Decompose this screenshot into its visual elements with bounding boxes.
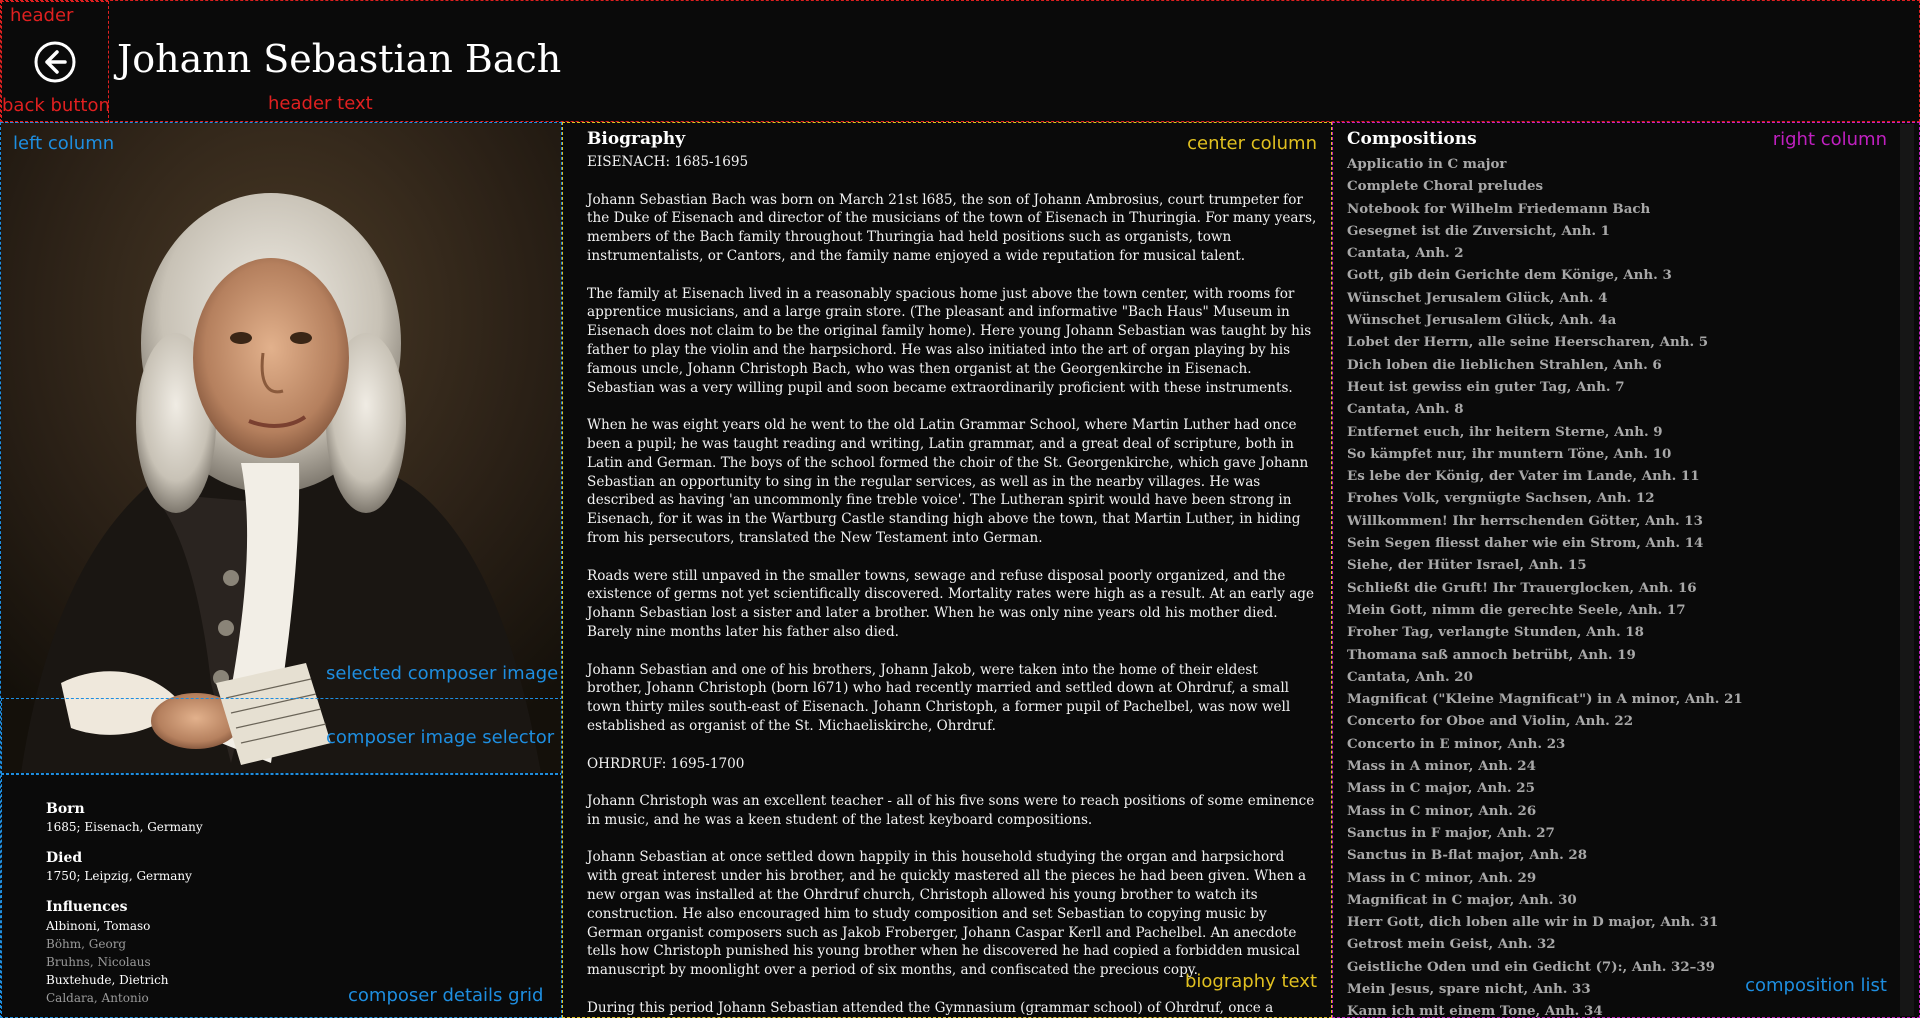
composition-item[interactable]: So kämpfet nur, ihr muntern Töne, Anh. 1… bbox=[1347, 443, 1905, 465]
composition-item[interactable]: Magnificat ("Kleine Magnificat") in A mi… bbox=[1347, 688, 1905, 710]
biography-paragraph: When he was eight years old he went to t… bbox=[587, 417, 1309, 546]
composition-item[interactable]: Sanctus in F major, Anh. 27 bbox=[1347, 822, 1905, 844]
biography-paragraph: Johann Sebastian Bach was born on March … bbox=[587, 191, 1317, 264]
annotation-left-column: left column bbox=[13, 133, 115, 154]
right-column: Compositions Applicatio in C major Comple… bbox=[1332, 122, 1920, 1018]
composition-item[interactable]: Getrost mein Geist, Anh. 32 bbox=[1347, 933, 1905, 955]
biography-paragraph: Roads were still unpaved in the smaller … bbox=[587, 567, 1315, 640]
composition-item[interactable]: Es lebe der König, der Vater im Lande, A… bbox=[1347, 465, 1905, 487]
biography-paragraph: Johann Sebastian and one of his brothers… bbox=[587, 661, 1291, 734]
composition-item[interactable]: Mass in C major, Anh. 25 bbox=[1347, 777, 1905, 799]
composition-item[interactable]: Froher Tag, verlangte Stunden, Anh. 18 bbox=[1347, 621, 1905, 643]
composition-item[interactable]: Kann ich mit einem Tone, Anh. 34 bbox=[1347, 1000, 1905, 1017]
composition-item[interactable]: Willkommen! Ihr herrschenden Götter, Anh… bbox=[1347, 510, 1905, 532]
composition-item[interactable]: Gesegnet ist die Zuversicht, Anh. 1 bbox=[1347, 220, 1905, 242]
biography-paragraph: OHRDRUF: 1695-1700 bbox=[587, 755, 745, 772]
composition-item[interactable]: Gott, gib dein Gerichte dem Könige, Anh.… bbox=[1347, 264, 1905, 286]
died-value: 1750; Leipzig, Germany bbox=[46, 869, 192, 883]
biography-text: EISENACH: 1685-1695 Johann Sebastian Bach… bbox=[587, 153, 1317, 1017]
composition-item[interactable]: Dich loben die lieblichen Strahlen, Anh.… bbox=[1347, 354, 1905, 376]
annotation-right-column: right column bbox=[1772, 129, 1887, 150]
composition-item[interactable]: Lobet der Herrn, alle seine Heerscharen,… bbox=[1347, 331, 1905, 353]
influences-label: Influences bbox=[46, 899, 128, 915]
influence-item[interactable]: Böhm, Georg bbox=[46, 935, 561, 953]
composition-item[interactable]: Thomana saß annoch betrübt, Anh. 19 bbox=[1347, 644, 1905, 666]
composition-item[interactable]: Mass in C minor, Anh. 26 bbox=[1347, 800, 1905, 822]
composition-item[interactable]: Mass in A minor, Anh. 24 bbox=[1347, 755, 1905, 777]
left-column: left column selected composer image comp… bbox=[0, 122, 562, 1018]
composition-item[interactable]: Notebook for Wilhelm Friedemann Bach bbox=[1347, 198, 1905, 220]
annotation-header: header bbox=[10, 5, 74, 26]
born-value: 1685; Eisenach, Germany bbox=[46, 820, 203, 834]
page-title: Johann Sebastian Bach bbox=[117, 37, 562, 81]
composition-item[interactable]: Entfernet euch, ihr heitern Sterne, Anh.… bbox=[1347, 421, 1905, 443]
composition-item[interactable]: Wünschet Jerusalem Glück, Anh. 4a bbox=[1347, 309, 1905, 331]
influence-item[interactable]: Bruhns, Nicolaus bbox=[46, 953, 561, 971]
influence-item[interactable]: Albinoni, Tomaso bbox=[46, 917, 561, 935]
composition-item[interactable]: Frohes Volk, vergnügte Sachsen, Anh. 12 bbox=[1347, 487, 1905, 509]
center-column: Biography EISENACH: 1685-1695 Johann Seba… bbox=[562, 122, 1332, 1018]
biography-paragraph: During this period Johann Sebastian atte… bbox=[587, 999, 1274, 1016]
annotation-back-button: back button bbox=[2, 95, 110, 116]
composition-item[interactable]: Wünschet Jerusalem Glück, Anh. 4 bbox=[1347, 287, 1905, 309]
composition-item[interactable]: Magnificat in C major, Anh. 30 bbox=[1347, 889, 1905, 911]
annotation-center-column: center column bbox=[1187, 133, 1317, 154]
biography-paragraph: Johann Christoph was an excellent teache… bbox=[587, 793, 1315, 828]
composition-item[interactable]: Concerto in E minor, Anh. 23 bbox=[1347, 733, 1905, 755]
composition-item[interactable]: Mein Gott, nimm die gerechte Seele, Anh.… bbox=[1347, 599, 1905, 621]
biography-paragraph: Johann Sebastian at once settled down ha… bbox=[587, 849, 1307, 979]
composer-image-selector[interactable]: composer image selector bbox=[1, 698, 561, 774]
composition-item[interactable]: Sanctus in B-flat major, Anh. 28 bbox=[1347, 844, 1905, 866]
annotation-image-selector: composer image selector bbox=[326, 727, 555, 748]
composition-item[interactable]: Sein Segen fliesst daher wie ein Strom, … bbox=[1347, 532, 1905, 554]
arrow-left-circle-icon[interactable] bbox=[33, 40, 77, 84]
annotation-biography-text: biography text bbox=[1184, 971, 1317, 992]
annotation-header-text: header text bbox=[268, 93, 373, 114]
died-label: Died bbox=[46, 850, 83, 866]
composition-list-scrollbar[interactable] bbox=[1900, 124, 1914, 1016]
composition-item[interactable]: Complete Choral preludes bbox=[1347, 175, 1905, 197]
composer-details-grid: Born 1685; Eisenach, Germany Died 1750; … bbox=[1, 774, 561, 1017]
annotation-composition-list: composition list bbox=[1745, 975, 1887, 996]
composition-item[interactable]: Concerto for Oboe and Violin, Anh. 22 bbox=[1347, 710, 1905, 732]
biography-paragraph: EISENACH: 1685-1695 bbox=[587, 154, 749, 170]
composition-item[interactable]: Cantata, Anh. 8 bbox=[1347, 398, 1905, 420]
composition-item[interactable]: Schließt die Gruft! Ihr Trauerglocken, A… bbox=[1347, 577, 1905, 599]
annotation-details-grid: composer details grid bbox=[348, 985, 544, 1006]
composition-item[interactable]: Mass in C minor, Anh. 29 bbox=[1347, 867, 1905, 889]
composition-item[interactable]: Siehe, der Hüter Israel, Anh. 15 bbox=[1347, 554, 1905, 576]
composition-item[interactable]: Heut ist gewiss ein guter Tag, Anh. 7 bbox=[1347, 376, 1905, 398]
composition-item[interactable]: Cantata, Anh. 20 bbox=[1347, 666, 1905, 688]
composition-item[interactable]: Cantata, Anh. 2 bbox=[1347, 242, 1905, 264]
composition-item[interactable]: Applicatio in C major bbox=[1347, 153, 1905, 175]
composition-list[interactable]: Applicatio in C major Complete Choral pre… bbox=[1347, 153, 1905, 1017]
biography-paragraph: The family at Eisenach lived in a reason… bbox=[587, 285, 1312, 396]
born-label: Born bbox=[46, 801, 85, 817]
composition-item[interactable]: Herr Gott, dich loben alle wir in D majo… bbox=[1347, 911, 1905, 933]
annotation-selected-image: selected composer image bbox=[326, 663, 559, 684]
